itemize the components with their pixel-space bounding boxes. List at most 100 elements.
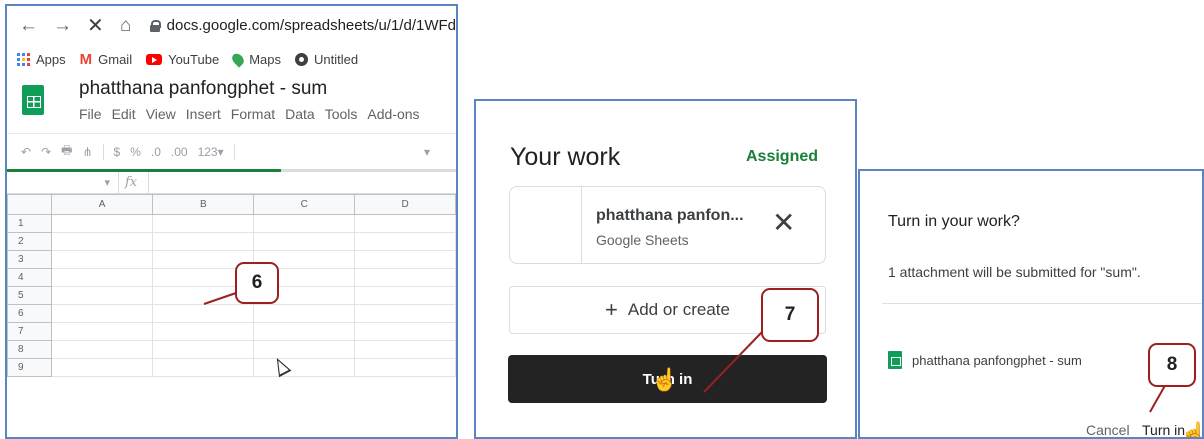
menu-file[interactable]: File bbox=[79, 106, 102, 122]
your-work-title: Your work bbox=[510, 143, 621, 171]
grid-cell[interactable] bbox=[152, 322, 255, 341]
stop-button[interactable]: ✕ bbox=[87, 16, 104, 36]
grid-cell[interactable] bbox=[50, 340, 154, 359]
row-header[interactable]: 1 bbox=[7, 214, 52, 233]
column-header[interactable]: B bbox=[152, 194, 255, 215]
menu-insert[interactable]: Insert bbox=[186, 106, 221, 122]
grid-cell[interactable] bbox=[50, 268, 154, 287]
dialog-title: Turn in your work? bbox=[888, 213, 1020, 230]
grid-cell[interactable] bbox=[354, 232, 456, 251]
grid-cell[interactable] bbox=[152, 358, 255, 377]
column-header[interactable]: A bbox=[50, 194, 154, 215]
row-header[interactable]: 7 bbox=[7, 322, 52, 341]
menu-addons[interactable]: Add-ons bbox=[367, 106, 419, 122]
grid-cell[interactable] bbox=[50, 358, 154, 377]
bookmark-youtube[interactable]: YouTube bbox=[146, 52, 219, 67]
increase-decimal-button[interactable]: .00 bbox=[171, 145, 188, 159]
bookmark-apps[interactable]: Apps bbox=[17, 52, 66, 67]
grid-cell[interactable] bbox=[253, 358, 356, 377]
remove-attachment-button[interactable]: ✕ bbox=[772, 209, 795, 237]
grid-cell[interactable] bbox=[354, 340, 456, 359]
your-work-panel: Your work Assigned phatthana panfon... G… bbox=[474, 99, 857, 439]
currency-format-button[interactable]: $ bbox=[114, 145, 121, 159]
grid-cell[interactable] bbox=[354, 286, 456, 305]
grid-cell[interactable] bbox=[253, 304, 356, 323]
bookmark-label: Apps bbox=[36, 51, 66, 67]
paint-format-icon[interactable]: ⋔ bbox=[82, 145, 92, 159]
forward-button[interactable]: → bbox=[53, 16, 72, 35]
grid-cell[interactable] bbox=[253, 214, 356, 233]
undo-icon[interactable]: ↶ bbox=[21, 145, 31, 159]
address-bar[interactable]: docs.google.com/spreadsheets/u/1/d/1WFd bbox=[149, 17, 456, 34]
decrease-decimal-button[interactable]: .0 bbox=[151, 145, 161, 159]
plus-icon: + bbox=[605, 297, 618, 322]
grid-cell[interactable] bbox=[50, 214, 154, 233]
select-all-corner[interactable] bbox=[7, 194, 52, 215]
more-formats-button[interactable]: 123▾ bbox=[198, 145, 224, 159]
grid-cell[interactable] bbox=[152, 214, 255, 233]
menu-edit[interactable]: Edit bbox=[112, 106, 136, 122]
grid-cell[interactable] bbox=[354, 214, 456, 233]
apps-grid-icon bbox=[17, 52, 30, 66]
column-header[interactable]: C bbox=[253, 194, 356, 215]
bookmark-label: Gmail bbox=[98, 51, 133, 67]
grid-cell[interactable] bbox=[50, 250, 154, 269]
font-dropdown-icon[interactable]: ▾ bbox=[424, 145, 430, 159]
dialog-attachment[interactable]: phatthana panfongphet - sum bbox=[888, 351, 1082, 369]
bookmark-untitled[interactable]: Untitled bbox=[294, 52, 358, 67]
sheets-toolbar: ↶ ↷ 🖶 ⋔ $ % .0 .00 123▾ ▾ bbox=[7, 133, 456, 169]
loading-bar-fill bbox=[7, 169, 281, 172]
menu-view[interactable]: View bbox=[146, 106, 176, 122]
row-header[interactable]: 6 bbox=[7, 304, 52, 323]
step-8-callout: 8 bbox=[1148, 343, 1196, 387]
table-row: 1 bbox=[7, 214, 456, 233]
youtube-icon bbox=[146, 53, 163, 65]
back-button[interactable]: ← bbox=[19, 16, 38, 35]
row-header[interactable]: 2 bbox=[7, 232, 52, 251]
doc-title[interactable]: phatthana panfongphet - sum bbox=[79, 78, 327, 100]
loading-bar bbox=[7, 169, 456, 172]
gmail-icon: M bbox=[79, 50, 93, 68]
bookmark-gmail[interactable]: M Gmail bbox=[80, 51, 132, 68]
confirm-turn-in-button[interactable]: Turn in bbox=[1142, 422, 1185, 437]
cancel-button[interactable]: Cancel bbox=[1086, 422, 1130, 437]
grid-cell[interactable] bbox=[152, 304, 255, 323]
sheets-logo-icon[interactable] bbox=[22, 85, 44, 115]
grid-cell[interactable] bbox=[50, 304, 154, 323]
row-header[interactable]: 4 bbox=[7, 268, 52, 287]
row-header[interactable]: 5 bbox=[7, 286, 52, 305]
grid-cell[interactable] bbox=[253, 322, 356, 341]
globe-icon bbox=[294, 52, 308, 66]
grid-cell[interactable] bbox=[50, 286, 154, 305]
grid-cell[interactable] bbox=[354, 358, 456, 377]
grid-cell[interactable] bbox=[152, 232, 255, 251]
grid-cell[interactable] bbox=[354, 250, 456, 269]
bookmark-maps[interactable]: Maps bbox=[230, 50, 281, 68]
grid-cell[interactable] bbox=[253, 340, 356, 359]
grid-cell[interactable] bbox=[50, 232, 154, 251]
grid-cell[interactable] bbox=[354, 322, 456, 341]
attachment-name[interactable]: phatthana panfon... bbox=[596, 207, 744, 225]
row-header[interactable]: 8 bbox=[7, 340, 52, 359]
doc-header: phatthana panfongphet - sum File Edit Vi… bbox=[7, 73, 456, 133]
grid-cell[interactable] bbox=[152, 340, 255, 359]
row-header[interactable]: 3 bbox=[7, 250, 52, 269]
percent-format-button[interactable]: % bbox=[130, 145, 141, 159]
name-box[interactable]: ▾ bbox=[7, 172, 119, 193]
redo-icon[interactable]: ↷ bbox=[41, 145, 51, 159]
attachment-card[interactable]: phatthana panfon... Google Sheets ✕ bbox=[509, 186, 826, 264]
menu-data[interactable]: Data bbox=[285, 106, 315, 122]
home-button[interactable]: ⌂ bbox=[120, 16, 132, 35]
grid-cell[interactable] bbox=[354, 304, 456, 323]
menu-format[interactable]: Format bbox=[231, 106, 275, 122]
url-text[interactable]: docs.google.com/spreadsheets/u/1/d/1WFd bbox=[167, 17, 456, 34]
toolbar-divider bbox=[102, 143, 104, 160]
print-icon[interactable]: 🖶 bbox=[61, 141, 72, 162]
grid-cell[interactable] bbox=[253, 232, 356, 251]
row-header[interactable]: 9 bbox=[7, 358, 52, 377]
sheet-grid: A B C D 123456789 bbox=[7, 194, 456, 377]
grid-cell[interactable] bbox=[354, 268, 456, 287]
grid-cell[interactable] bbox=[50, 322, 154, 341]
menu-tools[interactable]: Tools bbox=[325, 106, 358, 122]
column-header[interactable]: D bbox=[354, 194, 456, 215]
